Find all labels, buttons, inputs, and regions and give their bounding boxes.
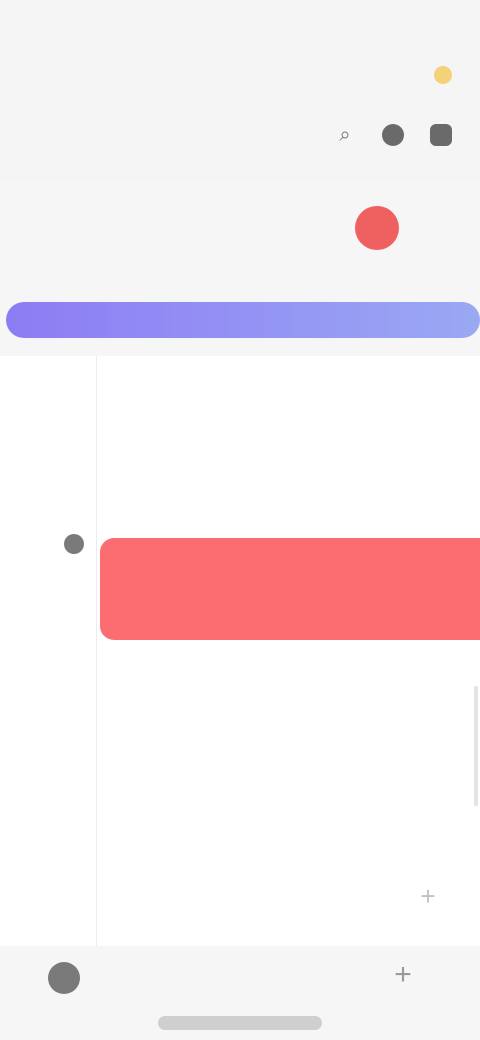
timeline-divider — [96, 356, 97, 946]
avatar-icon[interactable] — [48, 962, 80, 994]
header: ⌕ — [0, 0, 480, 180]
scrollbar[interactable] — [474, 686, 478, 806]
header-actions: ⌕ — [332, 122, 454, 148]
event-block[interactable] — [100, 538, 480, 640]
day-item-2[interactable] — [74, 190, 132, 250]
day-item-7[interactable] — [417, 190, 475, 250]
day-item-1[interactable] — [5, 190, 63, 250]
plus-icon[interactable]: + — [414, 882, 442, 910]
square-icon[interactable] — [428, 122, 454, 148]
day-number — [81, 206, 125, 250]
bottom-bar: + — [0, 946, 480, 1040]
search-icon[interactable]: ⌕ — [332, 122, 358, 148]
page-title — [26, 10, 140, 102]
weather-info — [426, 66, 452, 84]
day-number — [12, 206, 56, 250]
day-timeline[interactable]: + — [0, 356, 480, 946]
current-time-indicator — [64, 534, 84, 554]
day-number — [287, 206, 331, 250]
day-number — [149, 206, 193, 250]
day-item-selected[interactable] — [348, 190, 406, 250]
day-number — [424, 206, 468, 250]
day-item-5[interactable] — [280, 190, 338, 250]
add-button[interactable]: + — [388, 960, 418, 990]
circle-icon[interactable] — [380, 122, 406, 148]
all-day-event-banner[interactable] — [6, 302, 480, 338]
week-strip — [0, 190, 480, 280]
home-indicator — [158, 1016, 322, 1030]
sun-icon — [434, 66, 452, 84]
day-item-3[interactable] — [142, 190, 200, 250]
day-number — [218, 206, 262, 250]
day-item-4[interactable] — [211, 190, 269, 250]
day-number-selected — [355, 206, 400, 250]
calendar-screen: ⌕ + + — [0, 0, 480, 1040]
